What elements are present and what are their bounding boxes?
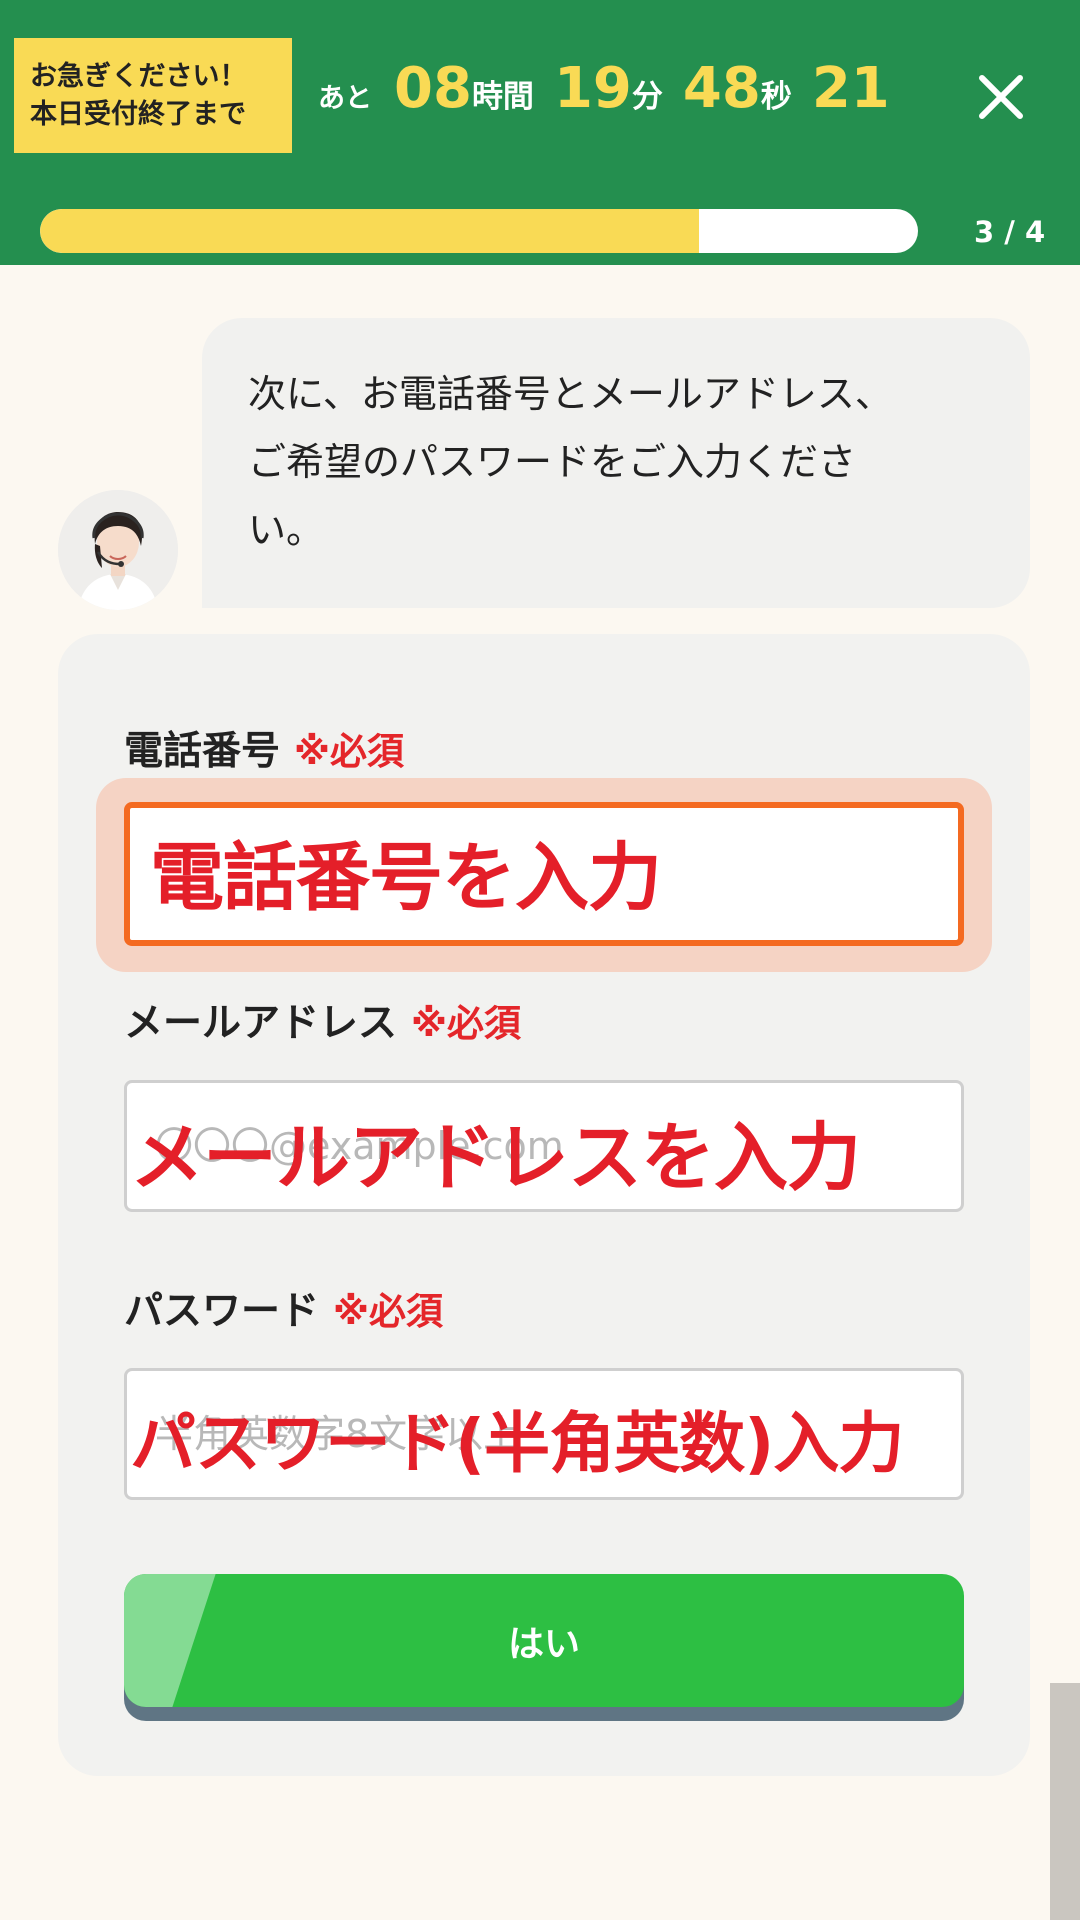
message-line-2: ご希望のパスワードをご入力くださ [248,440,857,484]
message-line-1: 次に、お電話番号とメールアドレス、 [248,372,893,416]
progress-bar [40,209,918,253]
timer-fraction: 21 [811,56,890,121]
button-shine [124,1574,216,1707]
timer-seconds: 48 [682,56,761,121]
close-icon [979,75,1023,119]
email-required-badge: ※必須 [411,1002,521,1045]
email-input[interactable] [124,1080,964,1212]
step-indicator: 3 / 4 [974,215,1046,249]
timer-hours: 08 [394,56,472,121]
phone-input[interactable] [124,802,964,946]
submit-button[interactable]: はい [124,1574,964,1707]
operator-avatar [58,490,178,610]
timer-minutes: 19 [553,56,632,121]
phone-required-badge: ※必須 [294,730,404,773]
timer-hours-unit: 時間 [471,79,534,115]
header-bar: お急ぎください！ 本日受付終了まで あと 08 時間 19 分 48 秒 21 … [0,0,1080,265]
phone-label: 電話番号 ※必須 [124,722,404,774]
urgent-line-1: お急ぎください！ [30,60,247,92]
password-label: パスワード ※必須 [124,1282,443,1334]
operator-avatar-icon [58,490,178,610]
timer-minutes-unit: 分 [631,79,663,115]
scrollbar[interactable] [1050,1683,1080,1920]
urgent-line-2: 本日受付終了まで [30,98,246,130]
password-input[interactable] [124,1368,964,1500]
email-label: メールアドレス ※必須 [124,994,521,1046]
timer-prefix: あと [318,83,372,114]
operator-message: 次に、お電話番号とメールアドレス、 ご希望のパスワードをご入力くださ い。 [202,318,1030,608]
timer-seconds-unit: 秒 [760,79,792,115]
email-label-text: メールアドレス [124,1001,398,1046]
close-button[interactable] [966,62,1036,132]
submit-button-label: はい [507,1623,580,1665]
countdown-timer: あと 08 時間 19 分 48 秒 21 [318,56,890,136]
progress-fill [40,209,699,253]
password-label-text: パスワード [124,1289,320,1334]
password-required-badge: ※必須 [333,1290,443,1333]
urgent-badge: お急ぎください！ 本日受付終了まで [14,38,292,153]
message-line-3: い。 [248,508,325,552]
phone-label-text: 電話番号 [124,729,281,774]
